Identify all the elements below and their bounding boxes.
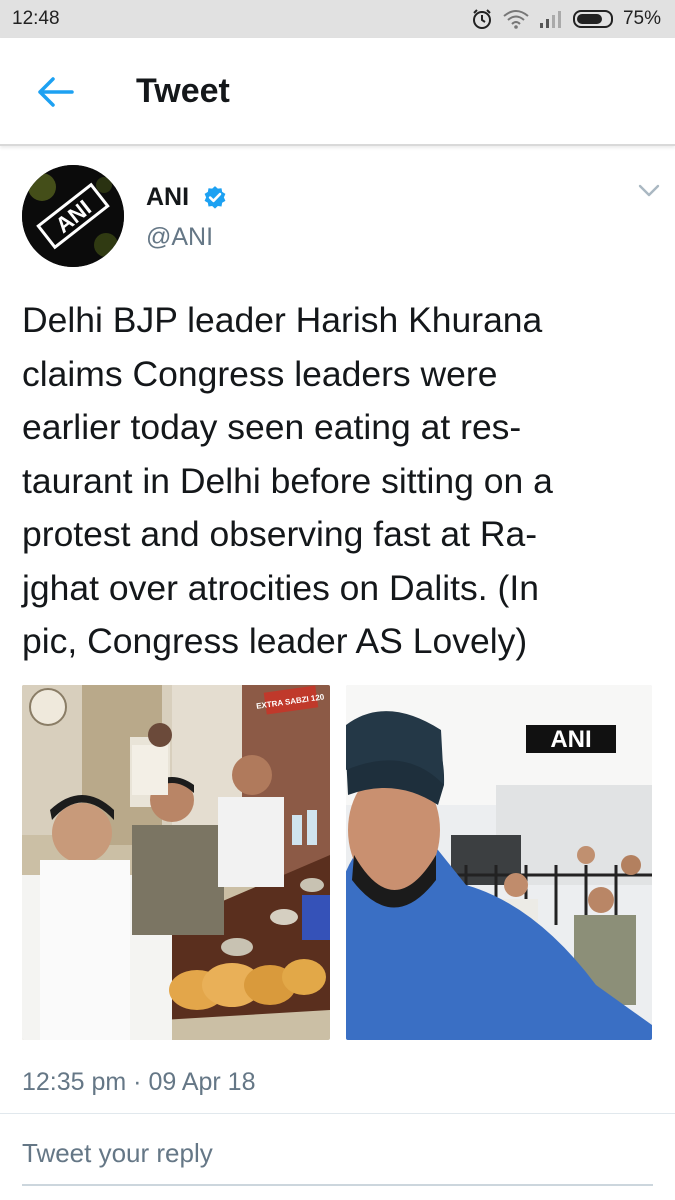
status-time: 12:48 — [12, 8, 60, 29]
status-bar: 12:48 75% — [0, 0, 675, 38]
tweet-text-line: Delhi BJP leader Harish Khurana — [22, 300, 543, 340]
author-name[interactable]: ANI — [146, 183, 189, 212]
chevron-down-icon[interactable] — [636, 181, 662, 201]
app-bar: Tweet — [0, 38, 675, 146]
back-button[interactable] — [32, 72, 78, 112]
alarm-icon — [472, 9, 491, 29]
tweet-text-line: protest and observing fast at Ra- — [22, 514, 538, 554]
tweet-text-line: taurant in Delhi before sitting on a — [22, 460, 553, 501]
arrow-left-icon — [38, 77, 74, 107]
tweet-text-line: claims Congress leaders were — [22, 353, 498, 394]
tweet-text-line: jghat over atrocities on Dalits. (In — [22, 567, 539, 608]
selfie-photo[interactable]: ANI — [346, 685, 652, 1040]
reply-placeholder: Tweet your reply — [22, 1138, 213, 1168]
signal-icon — [539, 11, 561, 28]
tweet-text: Delhi BJP leader Harish Khurana claims C… — [22, 294, 654, 669]
battery-icon — [572, 10, 613, 28]
status-icons: 75% — [471, 8, 661, 30]
page-title: Tweet — [136, 72, 230, 110]
battery-percent: 75% — [622, 8, 661, 29]
wifi-icon — [503, 10, 529, 29]
ani-watermark: ANI — [550, 726, 591, 753]
tweet-header: ANI ANI @ANI — [22, 165, 662, 270]
tweet-text-line: pic, Congress leader AS Lovely) — [22, 621, 528, 661]
restaurant-photo[interactable]: EXTRA SABZI 120 — [22, 685, 330, 1040]
ani-logo: ANI — [22, 165, 124, 267]
author-handle[interactable]: @ANI — [146, 223, 213, 252]
tweet-timestamp: 12:35 pm · 09 Apr 18 — [22, 1068, 256, 1096]
avatar[interactable]: ANI — [22, 165, 124, 267]
reply-input[interactable]: Tweet your reply — [22, 1138, 653, 1186]
divider — [0, 1113, 675, 1114]
tweet-text-line: earlier today seen eating at res- — [22, 407, 522, 447]
verified-badge-icon — [204, 186, 226, 209]
